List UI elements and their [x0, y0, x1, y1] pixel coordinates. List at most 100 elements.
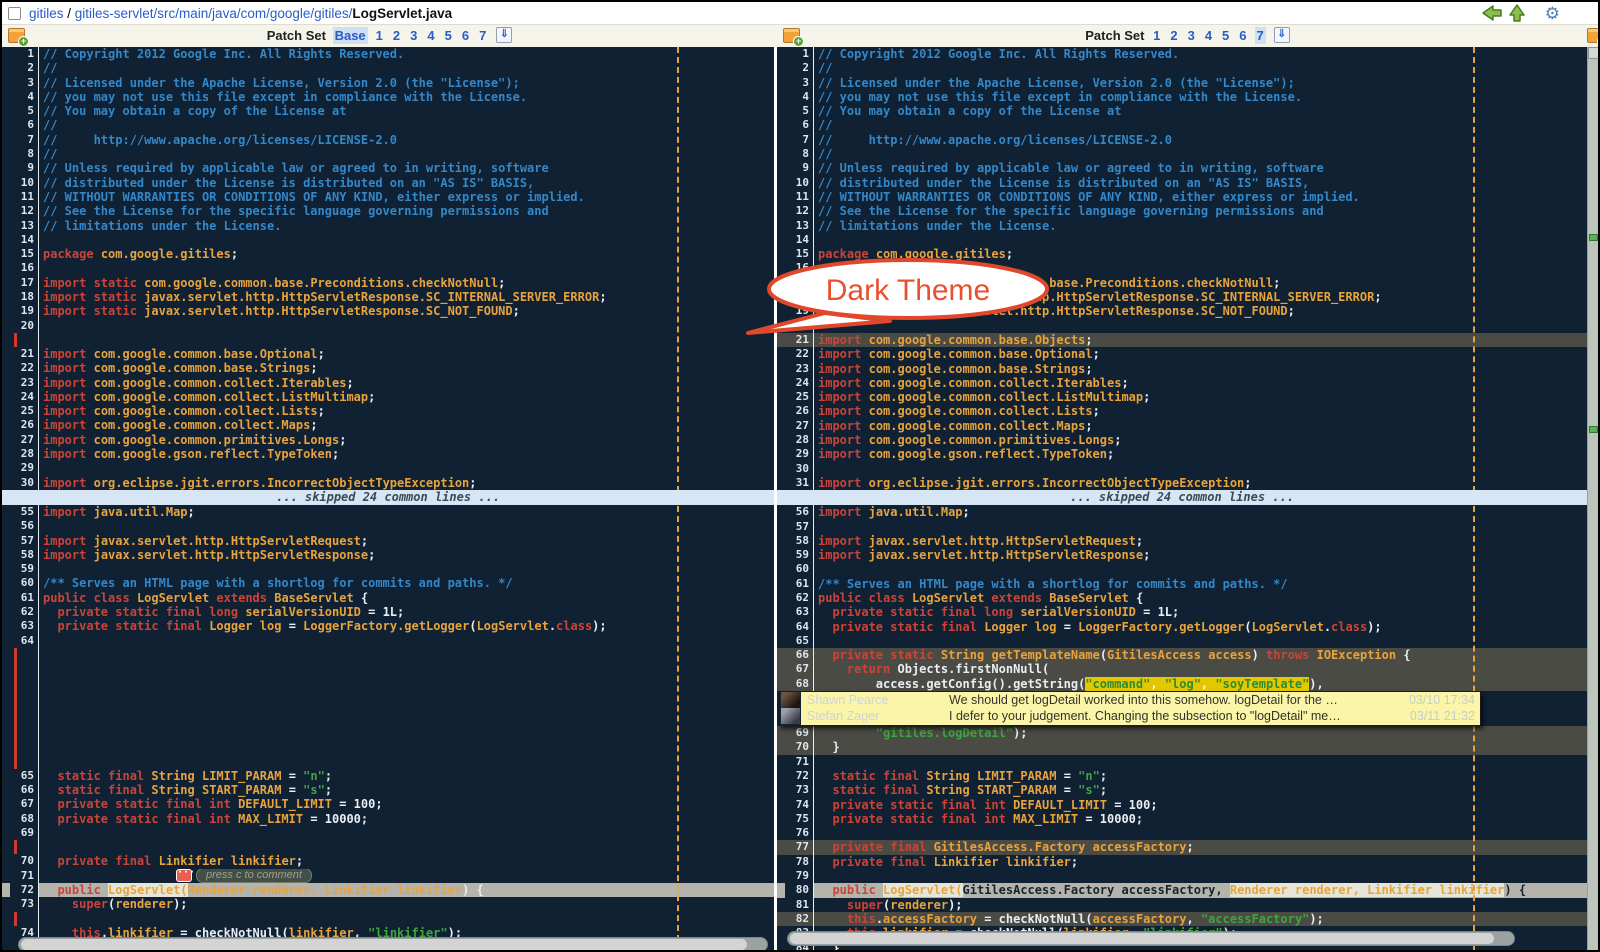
line-number[interactable]: 21	[10, 347, 38, 361]
horizontal-scrollbar-right[interactable]	[787, 931, 1515, 946]
line-number[interactable]: 76	[785, 826, 813, 840]
patchset-7-link[interactable]: 7	[477, 27, 488, 44]
line-number[interactable]: 65	[785, 634, 813, 648]
line-number[interactable]: 73	[10, 897, 38, 911]
line-number[interactable]: 27	[10, 433, 38, 447]
line-number[interactable]: 28	[10, 447, 38, 461]
line-number[interactable]: 6	[785, 118, 813, 132]
scroll-up-button[interactable]	[1588, 47, 1599, 59]
vertical-scrollbar[interactable]	[1587, 47, 1599, 951]
horizontal-scrollbar-left[interactable]	[18, 937, 768, 951]
line-number[interactable]: 80	[785, 883, 813, 897]
line-number[interactable]: 65	[10, 769, 38, 783]
line-number[interactable]: 66	[785, 648, 813, 662]
line-number[interactable]: 78	[785, 855, 813, 869]
line-number[interactable]: 79	[785, 869, 813, 883]
line-number[interactable]: 59	[10, 562, 38, 576]
line-number[interactable]: 67	[10, 797, 38, 811]
line-number[interactable]: 61	[10, 591, 38, 605]
line-number[interactable]: 24	[10, 390, 38, 404]
line-number[interactable]: 10	[10, 176, 38, 190]
skipped-lines-bar[interactable]: ... skipped 24 common lines ...	[777, 490, 1587, 505]
patchset-5-link[interactable]: 5	[1220, 27, 1231, 44]
comment-marker[interactable]	[1589, 426, 1598, 433]
line-number[interactable]: 8	[785, 147, 813, 161]
line-number[interactable]: 57	[10, 534, 38, 548]
line-number[interactable]: 11	[785, 190, 813, 204]
up-to-change-arrow-icon[interactable]	[1507, 3, 1527, 23]
line-number[interactable]: 2	[785, 61, 813, 75]
line-number[interactable]: 17	[10, 276, 38, 290]
patchset-base-link[interactable]: Base	[333, 27, 368, 44]
line-number[interactable]	[10, 333, 38, 347]
line-number[interactable]: 64	[785, 620, 813, 634]
settings-gear-icon[interactable]: ⚙	[1545, 5, 1560, 22]
line-number[interactable]: 14	[785, 233, 813, 247]
patchset-5-link[interactable]: 5	[443, 27, 454, 44]
line-number[interactable]: 12	[785, 204, 813, 218]
line-number[interactable]: 10	[785, 176, 813, 190]
line-number[interactable]: 62	[785, 591, 813, 605]
inline-comment-thread[interactable]: Shawn PearceWe should get logDetail work…	[779, 691, 1481, 726]
line-number[interactable]: 26	[10, 418, 38, 432]
line-number[interactable]: 8	[10, 147, 38, 161]
line-number[interactable]: 71	[785, 755, 813, 769]
line-number[interactable]: 57	[785, 520, 813, 534]
line-number[interactable]	[10, 648, 38, 769]
patchset-2-link[interactable]: 2	[391, 27, 402, 44]
download-patch-icon[interactable]	[1274, 27, 1290, 43]
prev-file-arrow-icon[interactable]	[1481, 3, 1503, 23]
breadcrumb-project-link[interactable]: gitiles	[29, 6, 64, 21]
comment-row[interactable]: Stefan ZagerI defer to your judgement. C…	[801, 708, 1480, 724]
line-number[interactable]: 62	[10, 605, 38, 619]
line-number[interactable]	[10, 912, 38, 926]
line-number[interactable]: 12	[10, 204, 38, 218]
line-number[interactable]: 4	[785, 90, 813, 104]
patchset-6-link[interactable]: 6	[460, 27, 471, 44]
download-patch-icon[interactable]	[496, 27, 512, 43]
line-number[interactable]: 70	[785, 740, 813, 754]
line-number[interactable]: 5	[785, 104, 813, 118]
line-number[interactable]: 30	[785, 462, 813, 476]
line-number[interactable]: 67	[785, 662, 813, 676]
line-number[interactable]: 2	[10, 61, 38, 75]
line-number[interactable]: 60	[785, 562, 813, 576]
file-reviewed-checkbox[interactable]	[8, 7, 21, 20]
line-number[interactable]: 19	[10, 304, 38, 318]
comment-bubble-icon[interactable]	[176, 869, 192, 882]
line-number[interactable]: 68	[785, 677, 813, 691]
line-number[interactable]: 20	[10, 319, 38, 333]
line-number[interactable]: 58	[785, 534, 813, 548]
line-number[interactable]: 61	[785, 577, 813, 591]
line-number[interactable]: 28	[785, 433, 813, 447]
comment-marker[interactable]	[1589, 234, 1598, 241]
line-number[interactable]: 71	[10, 869, 38, 883]
line-number[interactable]: 74	[785, 798, 813, 812]
skipped-lines-bar[interactable]: ... skipped 24 common lines ...	[2, 490, 774, 505]
line-number[interactable]: 9	[10, 161, 38, 175]
line-number[interactable]	[10, 840, 38, 854]
patchset-2-link[interactable]: 2	[1168, 27, 1179, 44]
line-number[interactable]: 72	[785, 769, 813, 783]
line-number[interactable]: 24	[785, 376, 813, 390]
patchset-6-link[interactable]: 6	[1237, 27, 1248, 44]
line-number[interactable]: 25	[785, 390, 813, 404]
patchset-1-link[interactable]: 1	[1151, 27, 1162, 44]
line-number[interactable]: 14	[10, 233, 38, 247]
breadcrumb-path-link[interactable]: gitiles-servlet/src/main/java/com/google…	[75, 6, 353, 21]
line-number[interactable]: 22	[785, 347, 813, 361]
line-number[interactable]: 70	[10, 854, 38, 868]
line-number[interactable]: 7	[785, 133, 813, 147]
line-number[interactable]: 29	[10, 461, 38, 475]
line-number[interactable]: 13	[785, 219, 813, 233]
line-number[interactable]: 7	[10, 133, 38, 147]
line-number[interactable]: 59	[785, 548, 813, 562]
line-number[interactable]: 23	[785, 362, 813, 376]
line-number[interactable]: 69	[785, 726, 813, 740]
line-number[interactable]: 27	[785, 419, 813, 433]
line-number[interactable]: 15	[10, 247, 38, 261]
line-number[interactable]: 1	[785, 47, 813, 61]
line-number[interactable]: 9	[785, 161, 813, 175]
line-number[interactable]: 29	[785, 447, 813, 461]
line-number[interactable]: 23	[10, 376, 38, 390]
